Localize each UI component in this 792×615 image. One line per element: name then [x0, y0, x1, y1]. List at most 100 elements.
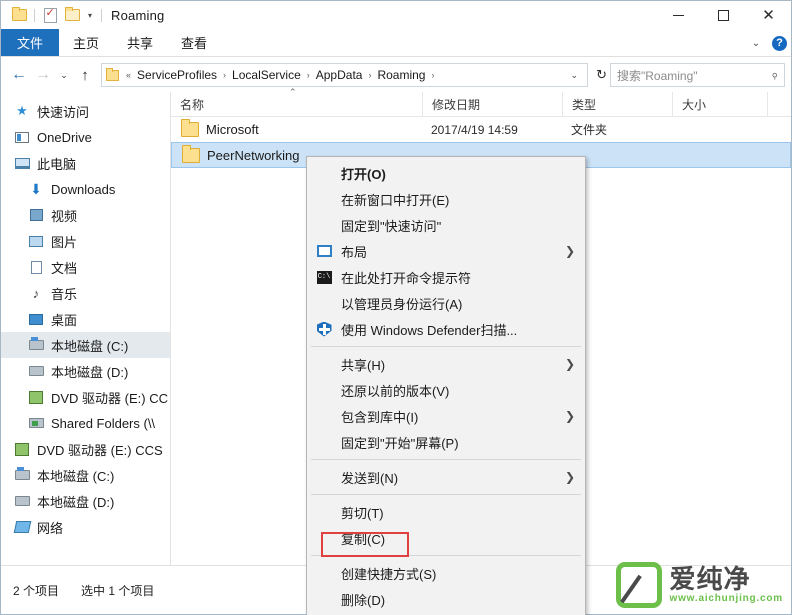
breadcrumb-sep-0: › — [223, 70, 227, 80]
history-dropdown-icon[interactable]: ⌄ — [55, 62, 73, 88]
title-bar: ▾ Roaming ✕ — [1, 1, 791, 29]
item-count-label: 2 个项目 — [13, 583, 60, 598]
breadcrumb-item-3[interactable]: Roaming — [375, 68, 427, 82]
breadcrumb-item-1[interactable]: LocalService — [230, 68, 303, 82]
search-input[interactable]: 搜索"Roaming" ⌕ — [610, 63, 785, 87]
sidebar-item-network[interactable]: 网络 — [1, 514, 170, 540]
menu-item-delete[interactable]: 删除(D) — [307, 586, 585, 612]
column-header-size[interactable]: 大小 — [673, 92, 768, 116]
qat-divider — [34, 8, 35, 22]
sidebar-item-dvd-drive-e[interactable]: DVD 驱动器 (E:) CC — [1, 384, 170, 410]
sidebar-item-local-disk-c-root[interactable]: 本地磁盘 (C:) — [1, 462, 170, 488]
address-dropdown-icon[interactable]: ⌄ — [566, 70, 584, 81]
menu-item-run-as-administrator[interactable]: 以管理员身份运行(A) — [307, 290, 585, 316]
menu-item-open-command-prompt[interactable]: C:\ 在此处打开命令提示符 — [307, 264, 585, 290]
menu-item-layout[interactable]: 布局 ❯ — [307, 238, 585, 264]
help-icon[interactable]: ? — [772, 35, 787, 51]
sidebar-item-label: DVD 驱动器 (E:) CCS — [37, 442, 163, 458]
menu-icon-placeholder — [313, 590, 335, 608]
network-icon — [13, 519, 31, 535]
sidebar-item-downloads[interactable]: ⬇ Downloads — [1, 176, 170, 202]
file-type: 文件夹 — [571, 123, 608, 137]
table-row[interactable]: Microsoft 2017/4/19 14:59 文件夹 — [171, 117, 791, 142]
breadcrumb-item-2[interactable]: AppData — [314, 68, 365, 82]
sidebar-item-shared-folders[interactable]: Shared Folders (\\ — [1, 410, 170, 436]
breadcrumb-overflow[interactable]: « — [124, 70, 133, 80]
sidebar-item-videos[interactable]: 视频 — [1, 202, 170, 228]
menu-item-label: 创建快捷方式(S) — [341, 566, 437, 582]
tab-file[interactable]: 文件 — [1, 29, 60, 56]
breadcrumb[interactable]: « ServiceProfiles › LocalService › AppDa… — [101, 63, 589, 87]
tab-view[interactable]: 查看 — [167, 29, 221, 56]
column-header-name[interactable]: 名称 ⌃ — [171, 87, 423, 116]
menu-item-label: 还原以前的版本(V) — [341, 383, 450, 399]
pictures-icon — [27, 233, 45, 249]
menu-item-label: 固定到"快速访问" — [341, 218, 442, 234]
dvd-icon — [27, 389, 45, 405]
menu-item-label: 剪切(T) — [341, 505, 384, 521]
sidebar-item-music[interactable]: ♪ 音乐 — [1, 280, 170, 306]
properties-icon[interactable] — [39, 4, 61, 26]
menu-item-pin-to-quick-access[interactable]: 固定到"快速访问" — [307, 212, 585, 238]
column-header-type[interactable]: 类型 — [563, 92, 673, 116]
shared-folder-icon — [27, 415, 45, 431]
menu-item-include-in-library[interactable]: 包含到库中(I) ❯ — [307, 403, 585, 429]
sidebar-item-label: 本地磁盘 (D:) — [37, 494, 115, 510]
menu-item-open-new-window[interactable]: 在新窗口中打开(E) — [307, 186, 585, 212]
ribbon-tabs: 文件 主页 共享 查看 ⌄ ? — [1, 29, 791, 57]
sidebar-item-label: 图片 — [51, 234, 78, 250]
close-icon[interactable]: ✕ — [746, 1, 791, 29]
sidebar-item-local-disk-d[interactable]: 本地磁盘 (D:) — [1, 358, 170, 384]
breadcrumb-sep-1: › — [306, 70, 310, 80]
folder-icon[interactable] — [8, 4, 30, 26]
menu-item-restore-previous-versions[interactable]: 还原以前的版本(V) — [307, 377, 585, 403]
sidebar-item-local-disk-c[interactable]: 本地磁盘 (C:) — [1, 332, 170, 358]
menu-icon-placeholder — [313, 164, 335, 182]
sidebar-item-local-disk-d-root[interactable]: 本地磁盘 (D:) — [1, 488, 170, 514]
qat-dropdown-icon[interactable]: ▾ — [83, 11, 97, 20]
breadcrumb-sep-3[interactable]: › — [429, 70, 436, 80]
chevron-down-icon[interactable]: ⌄ — [748, 38, 764, 49]
maximize-button[interactable] — [701, 1, 746, 29]
menu-item-pin-to-start[interactable]: 固定到"开始"屏幕(P) — [307, 429, 585, 455]
sidebar-item-documents[interactable]: 文档 — [1, 254, 170, 280]
tab-share[interactable]: 共享 — [113, 29, 167, 56]
menu-item-label: 共享(H) — [341, 357, 386, 373]
tab-home[interactable]: 主页 — [59, 29, 113, 56]
refresh-icon[interactable]: ↻ — [593, 67, 610, 83]
menu-icon-placeholder — [313, 564, 335, 582]
selection-count-label: 选中 1 个项目 — [81, 583, 155, 598]
menu-item-cut[interactable]: 剪切(T) — [307, 499, 585, 525]
menu-item-copy[interactable]: 复制(C) — [307, 525, 585, 551]
pin-icon: ★ — [16, 103, 28, 118]
sort-ascending-icon: ⌃ — [289, 87, 297, 97]
menu-item-open[interactable]: 打开(O) — [307, 160, 585, 186]
sidebar-item-this-pc[interactable]: 此电脑 — [1, 150, 170, 176]
defender-icon — [313, 320, 335, 338]
menu-item-label: 包含到库中(I) — [341, 409, 419, 425]
menu-item-label: 以管理员身份运行(A) — [341, 296, 463, 312]
window-controls: ✕ — [656, 1, 791, 29]
sidebar-item-label: 本地磁盘 (C:) — [37, 468, 115, 484]
breadcrumb-item-0[interactable]: ServiceProfiles — [135, 68, 219, 82]
menu-item-create-shortcut[interactable]: 创建快捷方式(S) — [307, 560, 585, 586]
up-button[interactable]: ↑ — [73, 62, 97, 88]
menu-item-scan-with-defender[interactable]: 使用 Windows Defender扫描... — [307, 316, 585, 342]
column-header-date[interactable]: 修改日期 — [423, 92, 563, 116]
minimize-button[interactable] — [656, 1, 701, 29]
sidebar-item-onedrive[interactable]: OneDrive — [1, 124, 170, 150]
menu-item-share[interactable]: 共享(H) ❯ — [307, 351, 585, 377]
new-folder-icon[interactable] — [61, 4, 83, 26]
drive-icon — [27, 363, 45, 379]
back-button[interactable]: ← — [7, 62, 31, 88]
sidebar-item-label: Downloads — [51, 181, 116, 197]
sidebar-item-quick-access[interactable]: ★ 快速访问 — [1, 98, 170, 124]
menu-item-label: 复制(C) — [341, 531, 386, 547]
menu-item-label: 打开(O) — [341, 166, 386, 182]
sidebar-item-pictures[interactable]: 图片 — [1, 228, 170, 254]
menu-item-send-to[interactable]: 发送到(N) ❯ — [307, 464, 585, 490]
chevron-right-icon: ❯ — [564, 409, 575, 423]
sidebar-item-dvd-drive-e-root[interactable]: DVD 驱动器 (E:) CCS — [1, 436, 170, 462]
forward-button[interactable]: → — [31, 62, 55, 88]
sidebar-item-desktop[interactable]: 桌面 — [1, 306, 170, 332]
